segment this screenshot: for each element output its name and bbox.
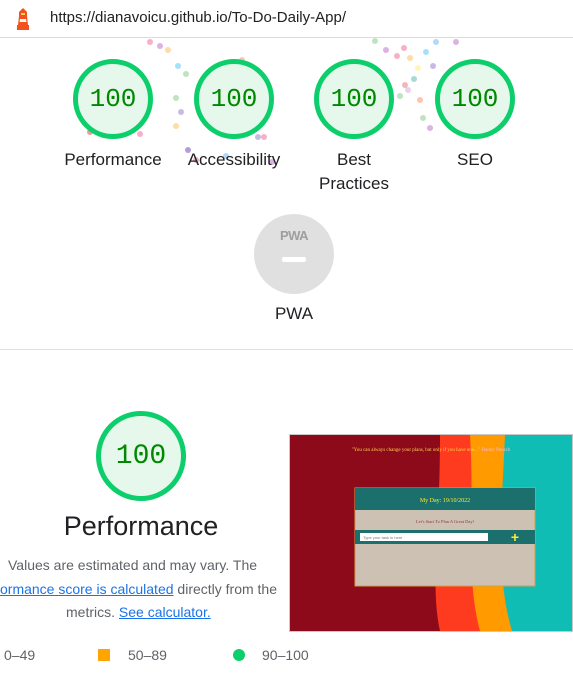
- screenshot-quote-author: Randy Pausch: [482, 448, 511, 453]
- accessibility-score: 100: [210, 84, 258, 114]
- legend-pass-circle-icon: [233, 649, 245, 661]
- address-bar: https://dianavoicu.github.io/To-Do-Daily…: [0, 0, 573, 38]
- screenshot-add-icon: +: [511, 529, 519, 545]
- page-url[interactable]: https://dianavoicu.github.io/To-Do-Daily…: [50, 9, 346, 26]
- seo-label[interactable]: SEO: [435, 148, 515, 172]
- screenshot-image: "You can always change your plans, but o…: [290, 435, 572, 631]
- screenshot-input-placeholder: Type your task in here: [363, 535, 403, 540]
- description-text: metrics.: [66, 604, 119, 620]
- section-divider: [0, 349, 573, 350]
- performance-section-title: Performance: [63, 511, 219, 541]
- best-practices-label[interactable]: Best Practices: [309, 148, 399, 196]
- pwa-badge-text: PWA: [279, 228, 309, 243]
- legend-pass-range: 90–100: [262, 647, 309, 663]
- seo-gauge[interactable]: 100: [435, 59, 515, 139]
- performance-gauge[interactable]: 100: [73, 59, 153, 139]
- performance-label[interactable]: Performance: [53, 148, 173, 172]
- description-text: directly from the: [173, 581, 278, 597]
- accessibility-label[interactable]: Accessibility: [174, 148, 294, 172]
- pwa-badge[interactable]: PWA: [254, 214, 334, 294]
- performance-large-score: 100: [115, 440, 167, 472]
- accessibility-gauge[interactable]: 100: [194, 59, 274, 139]
- svg-text:"You can always change your pl: "You can always change your plans, but o…: [352, 448, 511, 453]
- screenshot-card-subtitle: Let's Start To Plan A Great Day!: [416, 519, 475, 524]
- see-calculator-link[interactable]: See calculator.: [119, 604, 211, 620]
- legend-average-range: 50–89: [128, 647, 167, 663]
- score-calculated-link[interactable]: ormance score is calculated: [0, 581, 174, 597]
- screenshot-quote: "You can always change your plans, but o…: [352, 448, 480, 453]
- seo-score: 100: [451, 84, 499, 114]
- performance-score: 100: [89, 84, 137, 114]
- pwa-label[interactable]: PWA: [254, 302, 334, 326]
- performance-description-line1: Values are estimated and may vary. The: [8, 557, 258, 573]
- screenshot-card-title: My Day: 19/10/2022: [420, 498, 470, 504]
- lighthouse-icon: [17, 8, 29, 30]
- pwa-dash-icon: [282, 257, 306, 262]
- performance-description-line3: metrics. See calculator.: [66, 604, 211, 620]
- final-screenshot[interactable]: "You can always change your plans, but o…: [289, 434, 573, 632]
- legend-average-square-icon: [98, 649, 110, 661]
- best-practices-gauge[interactable]: 100: [314, 59, 394, 139]
- performance-description-line2: ormance score is calculated directly fro…: [0, 581, 277, 597]
- best-practices-score: 100: [330, 84, 378, 114]
- legend-fail-range: 0–49: [4, 647, 36, 663]
- performance-large-gauge: 100: [96, 411, 186, 501]
